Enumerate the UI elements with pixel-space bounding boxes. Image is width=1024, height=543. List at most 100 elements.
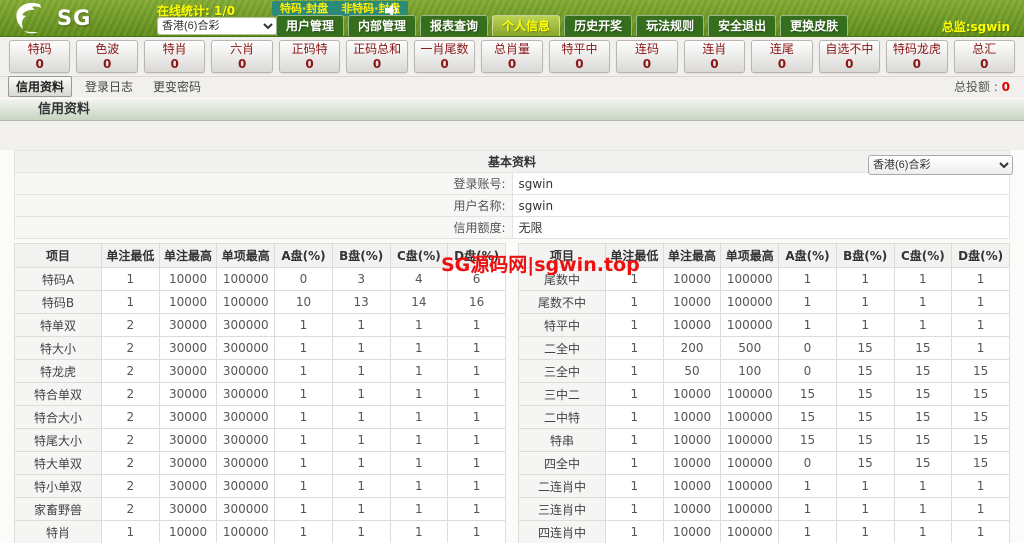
limit-value-cell: 1 xyxy=(389,359,449,383)
stat-button-特肖[interactable]: 特肖 0 xyxy=(143,40,206,73)
limit-value-cell: 1 xyxy=(101,267,160,291)
user-name-value: sgwin xyxy=(511,194,1010,217)
limit-value-cell: 1 xyxy=(893,290,953,314)
column-header: 单注最高 xyxy=(662,243,722,268)
column-header: C盘(%) xyxy=(893,243,953,268)
item-name-cell: 二中特 xyxy=(518,405,606,429)
limit-value-cell: 4 xyxy=(389,267,449,291)
limit-value-cell: 30000 xyxy=(158,336,218,360)
item-name-cell: 二连肖中 xyxy=(518,474,606,498)
limit-value-cell: 1 xyxy=(447,405,506,429)
stat-value: 0 xyxy=(237,57,247,71)
table-row: 三全中 1 50 100 0 15 15 15 xyxy=(518,359,1010,383)
tab-login-log[interactable]: 登录日志 xyxy=(78,77,140,96)
limit-value-cell: 1 xyxy=(605,382,664,406)
limit-value-cell: 10000 xyxy=(662,428,722,452)
item-name-cell: 三中二 xyxy=(518,382,606,406)
tab-credit-info[interactable]: 信用资料 xyxy=(8,76,73,97)
limit-value-cell: 30000 xyxy=(158,382,218,406)
item-name-cell: 特码A xyxy=(14,267,102,291)
limit-value-cell: 15 xyxy=(893,451,953,475)
limit-value-cell: 300000 xyxy=(216,451,276,475)
nav-tab-rules[interactable]: 玩法规则 xyxy=(636,15,705,36)
nav-tab-personal[interactable]: 个人信息 xyxy=(492,15,561,36)
limit-value-cell: 10 xyxy=(274,290,333,314)
stat-button-总汇[interactable]: 总汇 0 xyxy=(953,40,1016,73)
table-row: 特码A 1 10000 100000 0 3 4 6 xyxy=(14,267,506,291)
stat-label: 特码龙虎 xyxy=(892,42,941,56)
limit-value-cell: 15 xyxy=(778,428,837,452)
table-row: 特龙虎 2 30000 300000 1 1 1 1 xyxy=(14,359,506,383)
stat-value: 0 xyxy=(642,57,652,71)
stat-button-色波[interactable]: 色波 0 xyxy=(76,40,138,73)
limit-value-cell: 30000 xyxy=(158,359,218,383)
stat-label: 连肖 xyxy=(702,42,727,56)
stat-value: 0 xyxy=(440,57,449,71)
limit-value-cell: 1 xyxy=(835,290,895,314)
tab-change-password[interactable]: 更变密码 xyxy=(146,77,208,96)
limit-value-cell: 1 xyxy=(447,428,506,452)
stat-label: 连码 xyxy=(634,42,659,56)
table-row: 用户名称: sgwin xyxy=(14,194,1010,217)
limit-value-cell: 10000 xyxy=(158,520,218,543)
stat-button-特平中[interactable]: 特平中 0 xyxy=(548,40,611,73)
limit-value-cell: 10000 xyxy=(662,497,722,521)
limit-value-cell: 1 xyxy=(893,474,953,498)
limit-value-cell: 10000 xyxy=(662,474,722,498)
limit-value-cell: 1 xyxy=(951,336,1010,360)
table-row: 特单双 2 30000 300000 1 1 1 1 xyxy=(14,313,506,337)
stat-button-连码[interactable]: 连码 0 xyxy=(616,40,678,73)
user-name-label: 用户名称: xyxy=(14,194,513,217)
item-name-cell: 特大单双 xyxy=(14,451,102,475)
stat-button-六肖[interactable]: 六肖 0 xyxy=(211,40,273,73)
stat-button-一肖尾数[interactable]: 一肖尾数 0 xyxy=(413,40,476,73)
item-name-cell: 三连肖中 xyxy=(518,497,606,521)
column-header: B盘(%) xyxy=(835,243,895,268)
limit-value-cell: 1 xyxy=(331,428,391,452)
nav-tab-internal[interactable]: 内部管理 xyxy=(348,15,417,36)
limit-value-cell: 100000 xyxy=(720,451,780,475)
stat-button-总肖量[interactable]: 总肖量 0 xyxy=(481,40,543,73)
credit-limit-label: 信用额度: xyxy=(14,216,513,239)
limit-value-cell: 30000 xyxy=(158,497,218,521)
table-row: 家畜野兽 2 30000 300000 1 1 1 1 xyxy=(14,497,506,521)
limit-value-cell: 1 xyxy=(893,267,953,291)
content-lottery-select[interactable]: 香港(6)合彩 xyxy=(868,155,1013,175)
limit-value-cell: 15 xyxy=(951,451,1010,475)
limit-value-cell: 1 xyxy=(389,428,449,452)
stat-value: 0 xyxy=(305,57,314,71)
limit-value-cell: 1 xyxy=(893,520,953,543)
nav-tab-history[interactable]: 历史开奖 xyxy=(564,15,633,36)
special-code-seal-button[interactable]: 特码·封盘 xyxy=(280,1,328,16)
stat-button-连尾[interactable]: 连尾 0 xyxy=(751,40,813,73)
stat-label: 特平中 xyxy=(561,42,598,56)
limit-value-cell: 1 xyxy=(389,382,449,406)
stat-button-正码总和[interactable]: 正码总和 0 xyxy=(346,40,408,73)
item-name-cell: 特肖 xyxy=(14,520,102,543)
limit-value-cell: 300000 xyxy=(216,359,276,383)
stat-label: 连尾 xyxy=(769,42,794,56)
nav-tab-skin[interactable]: 更换皮肤 xyxy=(780,15,849,36)
header-lottery-select[interactable]: 香港(6)合彩 xyxy=(157,17,277,35)
stat-button-正码特[interactable]: 正码特 0 xyxy=(278,40,341,73)
nav-tab-logout[interactable]: 安全退出 xyxy=(708,15,777,36)
limit-value-cell: 100000 xyxy=(720,474,780,498)
nav-tab-users[interactable]: 用户管理 xyxy=(276,15,345,36)
limit-value-cell: 1 xyxy=(778,313,837,337)
stat-button-自选不中[interactable]: 自选不中 0 xyxy=(818,40,881,73)
stat-button-特码[interactable]: 特码 0 xyxy=(9,40,71,73)
limit-value-cell: 1 xyxy=(389,451,449,475)
limits-header-row: 项目 单注最低 单注最高 单项最高 A盘(%) B盘(%) C盘(%) D盘(%) xyxy=(14,243,506,268)
table-row: 特串 1 10000 100000 15 15 15 15 xyxy=(518,428,1010,452)
item-name-cell: 特尾大小 xyxy=(14,428,102,452)
limit-value-cell: 100000 xyxy=(720,497,780,521)
limits-table-right: 项目 单注最低 单注最高 单项最高 A盘(%) B盘(%) C盘(%) D盘(%) 尾数中 1 10… xyxy=(518,243,1010,543)
limit-value-cell: 15 xyxy=(951,359,1010,383)
item-name-cell: 家畜野兽 xyxy=(14,497,102,521)
stat-button-特码龙虎[interactable]: 特码龙虎 0 xyxy=(886,40,948,73)
limit-value-cell: 300000 xyxy=(216,336,276,360)
stat-button-连肖[interactable]: 连肖 0 xyxy=(683,40,746,73)
nav-tab-reports[interactable]: 报表查询 xyxy=(420,15,489,36)
limit-value-cell: 0 xyxy=(778,336,837,360)
limit-value-cell: 1 xyxy=(389,497,449,521)
